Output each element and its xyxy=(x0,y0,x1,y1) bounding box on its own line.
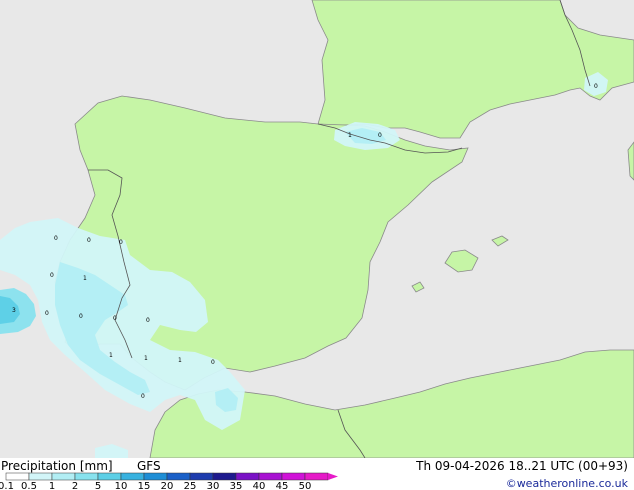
scale-swatch xyxy=(5,472,30,481)
scale-tick-label: 2 xyxy=(72,481,78,490)
scale-tick-label: 35 xyxy=(230,481,243,490)
scale-tick-label: 30 xyxy=(207,481,220,490)
value-label: 3 xyxy=(12,307,16,314)
scale-swatch xyxy=(258,472,283,481)
scale-tick-label: 25 xyxy=(184,481,197,490)
value-label: 0 xyxy=(87,237,91,244)
scale-swatch xyxy=(28,472,53,481)
scale-tick-label: 0.1 xyxy=(0,481,14,490)
scale-tick-label: 10 xyxy=(115,481,128,490)
value-label: 0 xyxy=(211,359,215,366)
scale-swatch xyxy=(189,472,214,481)
scale-swatch xyxy=(143,472,168,481)
value-label: 0 xyxy=(146,317,150,324)
value-label: 0 xyxy=(119,239,123,246)
scale-tick-label: 15 xyxy=(138,481,151,490)
value-label: 0 xyxy=(141,393,145,400)
value-label: 1 xyxy=(178,357,182,364)
value-label: 1 xyxy=(348,132,352,139)
value-label: 0 xyxy=(79,313,83,320)
scale-tick-label: 20 xyxy=(161,481,174,490)
scale-swatch xyxy=(120,472,145,481)
legend-bar: Precipitation [mm] GFS Th 09-04-2026 18.… xyxy=(0,458,634,490)
scale-tick-label: 45 xyxy=(276,481,289,490)
value-label: 0 xyxy=(113,315,117,322)
value-label: 0 xyxy=(594,83,598,90)
scale-tick-label: 1 xyxy=(49,481,55,490)
scale-tick-label: 5 xyxy=(95,481,101,490)
scale-swatch xyxy=(166,472,191,481)
value-label: 1 xyxy=(144,355,148,362)
value-label: 1 xyxy=(83,275,87,282)
credit: ©weatheronline.co.uk xyxy=(506,477,629,490)
value-label: 0 xyxy=(378,132,382,139)
scale-tick-label: 40 xyxy=(253,481,266,490)
scale-swatch xyxy=(304,472,329,481)
scale-swatch xyxy=(281,472,306,481)
scale-swatch xyxy=(235,472,260,481)
model-name: GFS xyxy=(137,459,161,473)
scale-tick-label: 50 xyxy=(299,481,312,490)
scale-swatch xyxy=(51,472,76,481)
value-label: 0 xyxy=(54,235,58,242)
value-label: 0 xyxy=(45,310,49,317)
scale-swatch xyxy=(74,472,99,481)
scale-swatch xyxy=(97,472,122,481)
scale-tick-label: 0.5 xyxy=(21,481,37,490)
value-label: 0 xyxy=(50,272,54,279)
color-scale xyxy=(5,472,338,481)
scale-swatch xyxy=(212,472,237,481)
legend-title: Precipitation [mm] xyxy=(1,459,113,473)
value-label: 1 xyxy=(109,352,113,359)
forecast-datetime: Th 09-04-2026 18..21 UTC (00+93) xyxy=(415,459,628,473)
precipitation-map: 0 1 0 0 0 0 0 1 3 0 0 0 0 1 1 1 0 0 xyxy=(0,0,634,458)
